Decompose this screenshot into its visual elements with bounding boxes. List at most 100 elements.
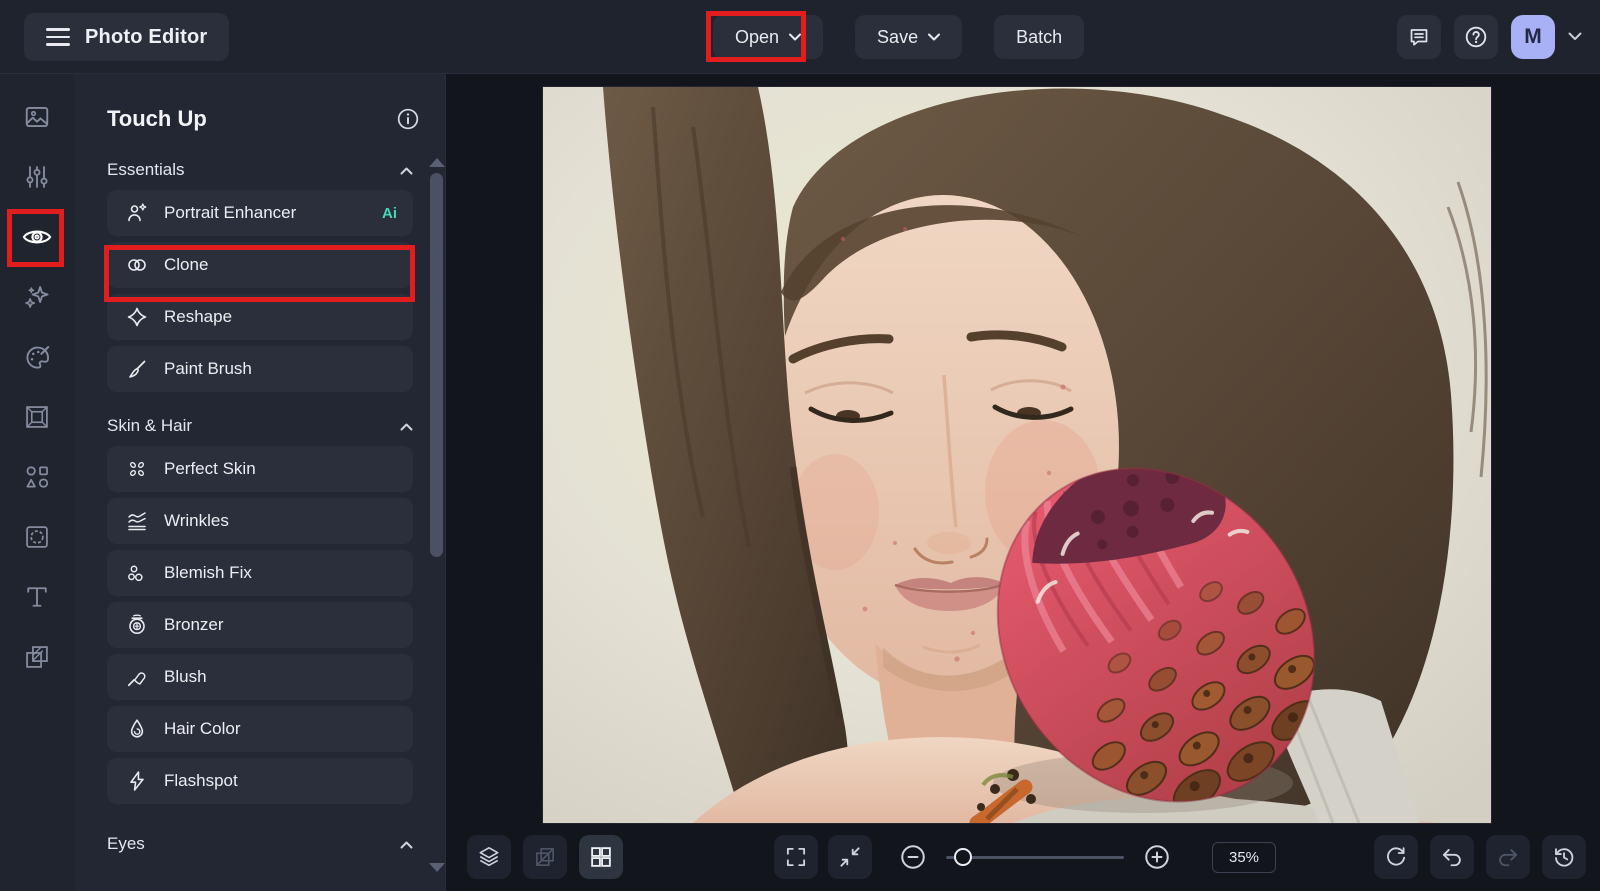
account-avatar[interactable]: M bbox=[1511, 15, 1555, 59]
rail-item-text[interactable] bbox=[19, 579, 55, 615]
rail-item-adjust[interactable] bbox=[19, 159, 55, 195]
tool-item-label: Portrait Enhancer bbox=[164, 203, 297, 222]
frame-icon bbox=[26, 406, 48, 428]
tool-item-label: Blush bbox=[164, 667, 207, 686]
reshape-icon bbox=[125, 305, 149, 329]
main-menu-button[interactable]: Photo Editor bbox=[24, 13, 230, 61]
sparkles-icon bbox=[25, 286, 49, 308]
info-button[interactable] bbox=[395, 106, 421, 132]
question-icon bbox=[1465, 26, 1487, 48]
tool-item-blemish-fix[interactable]: Blemish Fix bbox=[107, 550, 413, 596]
history-icon bbox=[1555, 848, 1574, 867]
section-header-skin-hair[interactable]: Skin & Hair bbox=[107, 416, 413, 436]
grid-view-button[interactable] bbox=[579, 835, 623, 879]
layers-button[interactable] bbox=[467, 835, 511, 879]
save-button-label: Save bbox=[877, 26, 919, 47]
blush-icon bbox=[125, 665, 149, 689]
account-menu-chevron[interactable] bbox=[1568, 28, 1582, 46]
compare-button[interactable] bbox=[1374, 835, 1418, 879]
save-button[interactable]: Save bbox=[855, 15, 963, 59]
flashspot-icon bbox=[125, 769, 149, 793]
open-button[interactable]: Open bbox=[713, 15, 824, 59]
tool-item-clone[interactable]: Clone bbox=[107, 242, 413, 288]
batch-button-label: Batch bbox=[1016, 26, 1063, 47]
rail-item-overlay[interactable] bbox=[19, 639, 55, 675]
zoom-slider-knob[interactable] bbox=[954, 848, 972, 866]
zoom-in-button[interactable] bbox=[1142, 842, 1172, 872]
panel-scroll-up-arrow[interactable] bbox=[429, 158, 445, 167]
tool-item-reshape[interactable]: Reshape bbox=[107, 294, 413, 340]
section-label: Essentials bbox=[107, 160, 185, 179]
canvas-photo[interactable] bbox=[543, 87, 1491, 823]
rail-item-border[interactable] bbox=[19, 519, 55, 555]
perfect-skin-icon bbox=[125, 457, 149, 481]
bronzer-icon bbox=[125, 613, 149, 637]
help-button[interactable] bbox=[1454, 15, 1498, 59]
tool-item-label: Blemish Fix bbox=[164, 563, 252, 582]
comment-icon bbox=[1410, 29, 1428, 46]
zoom-out-button[interactable] bbox=[898, 842, 928, 872]
tool-item-perfect-skin[interactable]: Perfect Skin bbox=[107, 446, 413, 492]
tool-item-label: Perfect Skin bbox=[164, 459, 256, 478]
tool-item-label: Bronzer bbox=[164, 615, 224, 634]
section-header-essentials[interactable]: Essentials bbox=[107, 160, 413, 180]
rail-item-elements[interactable] bbox=[19, 459, 55, 495]
topbar-right: M bbox=[1397, 15, 1582, 59]
zoom-slider[interactable] bbox=[946, 848, 1124, 866]
duplicate-button bbox=[523, 835, 567, 879]
avatar-initial: M bbox=[1524, 25, 1542, 48]
ai-badge: Ai bbox=[382, 204, 397, 222]
redo-icon bbox=[1499, 849, 1518, 867]
section-label: Eyes bbox=[107, 834, 145, 853]
panel-title: Touch Up bbox=[107, 106, 207, 131]
hair-color-icon bbox=[125, 717, 149, 741]
zoom-level-value[interactable]: 35% bbox=[1212, 841, 1276, 873]
chevron-down-icon bbox=[928, 33, 941, 41]
fit-screen-icon bbox=[840, 847, 860, 867]
panel-scroll-down-arrow[interactable] bbox=[429, 863, 445, 872]
chevron-up-icon bbox=[400, 834, 413, 854]
blemish-fix-icon bbox=[125, 561, 149, 585]
tool-item-paint-brush[interactable]: Paint Brush bbox=[107, 346, 413, 392]
undo-icon bbox=[1442, 849, 1461, 867]
rail-item-photo[interactable] bbox=[19, 99, 55, 135]
section-header-eyes[interactable]: Eyes bbox=[107, 834, 413, 854]
overlay-icon bbox=[26, 646, 48, 668]
shapes-icon bbox=[26, 466, 49, 488]
feedback-button[interactable] bbox=[1397, 15, 1441, 59]
tool-item-blush[interactable]: Blush bbox=[107, 654, 413, 700]
tool-item-wrinkles[interactable]: Wrinkles bbox=[107, 498, 413, 544]
chevron-up-icon bbox=[400, 416, 413, 436]
history-button[interactable] bbox=[1542, 835, 1586, 879]
fullscreen-button[interactable] bbox=[774, 835, 818, 879]
rail-item-touchup[interactable] bbox=[19, 219, 55, 255]
tool-item-hair-color[interactable]: Hair Color bbox=[107, 706, 413, 752]
sliders-icon bbox=[26, 166, 48, 188]
rail-item-paint[interactable] bbox=[19, 339, 55, 375]
redo-button bbox=[1486, 835, 1530, 879]
tool-item-label: Flashspot bbox=[164, 771, 238, 790]
tool-item-bronzer[interactable]: Bronzer bbox=[107, 602, 413, 648]
panel-scrollbar-thumb[interactable] bbox=[430, 173, 443, 557]
top-bar: Photo Editor Open Save Batch M bbox=[0, 0, 1600, 74]
tool-item-label: Clone bbox=[164, 255, 209, 274]
border-pattern-icon bbox=[26, 526, 48, 548]
zoom-slider-track[interactable] bbox=[946, 856, 1124, 859]
tool-item-flashspot[interactable]: Flashspot bbox=[107, 758, 413, 804]
photo-icon bbox=[25, 106, 49, 128]
portrait-enhancer-icon bbox=[125, 201, 149, 225]
paint-brush-icon bbox=[125, 357, 149, 381]
tool-rail bbox=[0, 74, 74, 891]
rail-item-effects[interactable] bbox=[19, 279, 55, 315]
rail-item-frame[interactable] bbox=[19, 399, 55, 435]
topbar-actions: Open Save Batch bbox=[713, 15, 1085, 59]
fullscreen-icon bbox=[786, 847, 806, 867]
sync-icon bbox=[1387, 847, 1406, 866]
undo-button[interactable] bbox=[1430, 835, 1474, 879]
palette-icon bbox=[26, 346, 50, 369]
bottom-toolbar: 35% bbox=[447, 823, 1600, 891]
batch-button[interactable]: Batch bbox=[994, 15, 1085, 59]
tool-item-portrait-enhancer[interactable]: Portrait Enhancer Ai bbox=[107, 190, 413, 236]
fit-screen-button[interactable] bbox=[828, 835, 872, 879]
zoom-out-icon bbox=[901, 845, 925, 869]
